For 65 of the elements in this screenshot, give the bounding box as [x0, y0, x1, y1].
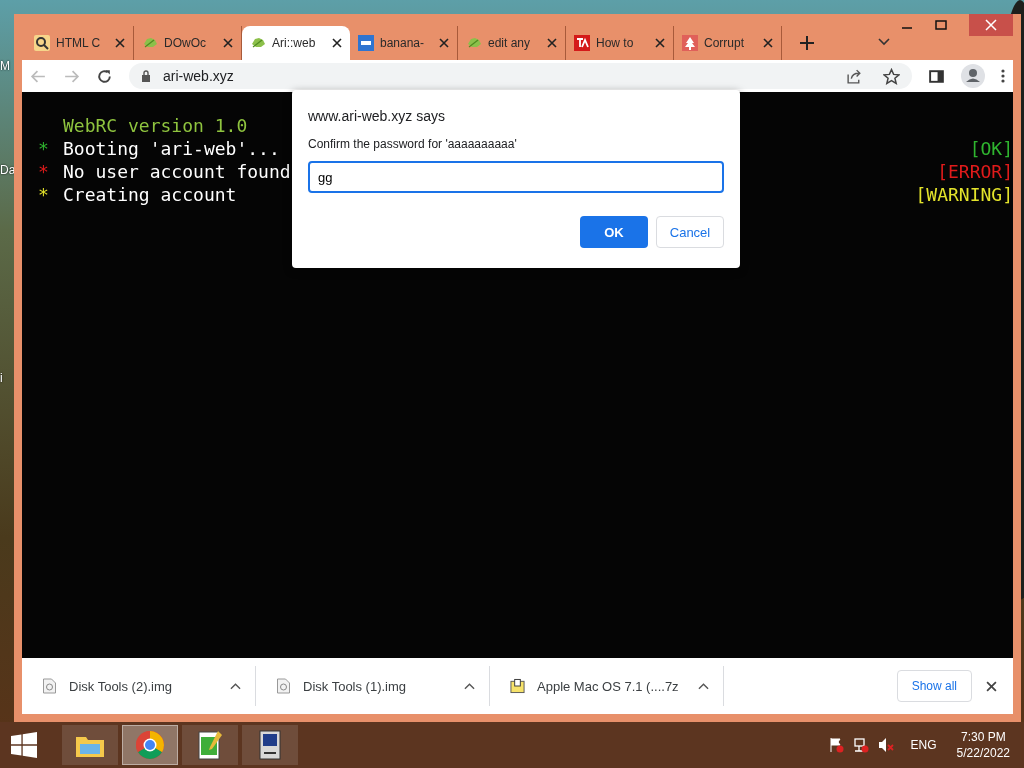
browser-tab[interactable]: Ari::web	[242, 26, 350, 60]
profile-icon[interactable]	[961, 64, 985, 88]
terminal-line: WebRC version 1.0	[63, 114, 248, 137]
disk-file-icon	[42, 678, 57, 694]
caret-icon[interactable]	[464, 682, 475, 690]
lock-icon	[141, 70, 151, 82]
new-tab-icon[interactable]	[800, 36, 814, 50]
clock-date: 5/22/2022	[956, 745, 1010, 761]
computer-app-button[interactable]	[242, 725, 298, 765]
bullet-mark: *	[38, 160, 50, 183]
star-icon[interactable]	[883, 67, 900, 85]
bullet-mark: *	[38, 137, 50, 160]
dialog-message: Confirm the password for 'aaaaaaaaaa'	[308, 137, 518, 151]
close-icon[interactable]	[332, 38, 342, 48]
ok-button[interactable]: OK	[580, 216, 648, 248]
windows-start-icon[interactable]	[10, 732, 38, 758]
status-label: [OK]	[969, 137, 1013, 160]
close-button[interactable]	[969, 14, 1013, 36]
show-all-button[interactable]: Show all	[896, 670, 972, 702]
bullet-mark: *	[38, 183, 50, 206]
disk-file-icon	[276, 678, 291, 694]
muted-speaker-icon[interactable]	[877, 737, 894, 753]
download-item[interactable]: Apple Mac OS 7.1 (....7z	[537, 678, 686, 694]
chevron-down-icon[interactable]	[878, 38, 890, 46]
language-indicator[interactable]: ENG	[910, 738, 937, 752]
tree-icon	[682, 35, 698, 51]
terminal-line: Creating account	[63, 183, 237, 206]
terminal-line: Booting 'ari-web'...	[63, 137, 280, 160]
share-icon[interactable]	[846, 67, 863, 85]
close-icon[interactable]	[115, 38, 125, 48]
close-icon[interactable]	[223, 38, 233, 48]
archive-file-icon	[510, 678, 525, 694]
reload-icon[interactable]	[96, 67, 113, 85]
side-panel-icon[interactable]	[928, 67, 945, 85]
flag-icon[interactable]	[827, 737, 844, 753]
status-label: [WARNING]	[915, 183, 1013, 206]
folder-app-button[interactable]	[62, 725, 118, 765]
close-icon[interactable]	[439, 38, 449, 48]
desktop-icon-label[interactable]: M	[0, 59, 10, 73]
terminal-line: No user account found	[63, 160, 291, 183]
cancel-button[interactable]: Cancel	[656, 216, 724, 248]
menu-icon[interactable]	[1001, 68, 1005, 84]
clock[interactable]: 7:30 PM 5/22/2022	[956, 729, 1010, 761]
notepad-app-button[interactable]	[182, 725, 238, 765]
close-icon[interactable]	[763, 38, 773, 48]
network-icon[interactable]	[852, 737, 869, 753]
desktop-icon-label[interactable]: Da	[0, 163, 16, 177]
address-bar[interactable]: ari-web.xyz	[129, 63, 912, 89]
password-field[interactable]: gg	[308, 161, 724, 193]
chrome-icon	[134, 729, 166, 761]
site-logo-icon	[574, 35, 590, 51]
download-item[interactable]: Disk Tools (2).img	[69, 678, 218, 694]
close-icon[interactable]	[986, 680, 997, 692]
status-label: [ERROR]	[937, 160, 1013, 183]
close-icon[interactable]	[547, 38, 557, 48]
caret-icon[interactable]	[698, 682, 709, 690]
close-icon	[985, 19, 997, 31]
download-item[interactable]: Disk Tools (1).img	[303, 678, 452, 694]
clock-time: 7:30 PM	[960, 729, 1006, 745]
dialog-title: www.ari-web.xyz says	[308, 108, 446, 124]
desktop-icon-label[interactable]: i	[0, 371, 3, 385]
magnifier-icon	[34, 35, 50, 51]
close-icon[interactable]	[655, 38, 665, 48]
maximize-icon[interactable]	[935, 19, 947, 31]
caret-icon[interactable]	[230, 682, 241, 690]
